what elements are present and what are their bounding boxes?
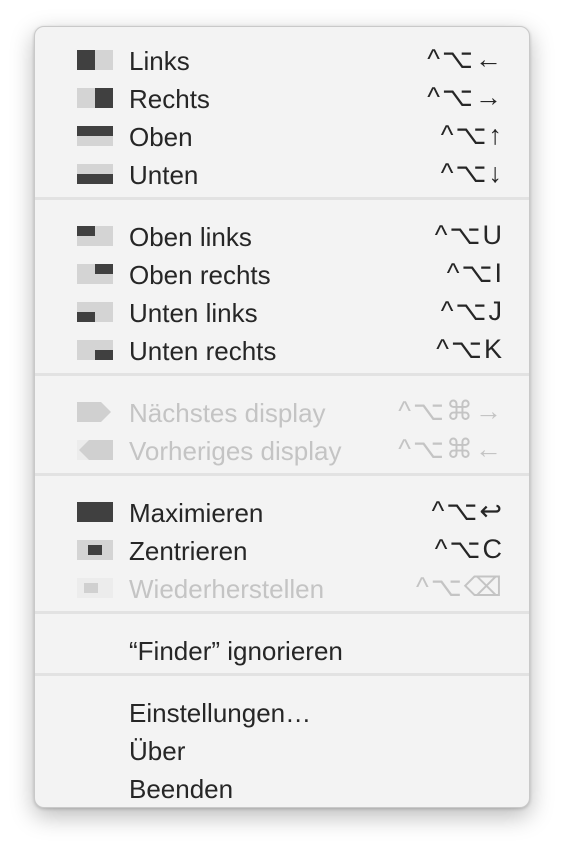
menu-item-label: Links (129, 46, 190, 76)
menu-item-unten-links[interactable]: Unten links ^⌥J (35, 292, 529, 330)
menu-item-label: Zentrieren (129, 536, 248, 566)
top-right-quarter-icon (77, 264, 113, 284)
menu-item-maximieren[interactable]: Maximieren ^⌥↩ (35, 492, 529, 530)
shortcut-label: ^⌥J (440, 296, 504, 326)
menu-item-label: Unten (129, 160, 199, 190)
bottom-left-quarter-icon (77, 302, 113, 322)
next-display-icon (77, 402, 113, 422)
menu-separator (35, 673, 529, 676)
menu-item-label: Unten rechts (129, 336, 277, 366)
bottom-half-icon (77, 164, 113, 184)
restore-icon (77, 578, 113, 598)
right-half-icon (77, 88, 113, 108)
shortcut-label: ^⌥⌘→ (398, 396, 504, 426)
menu-item-wiederherstellen[interactable]: Wiederherstellen ^⌥⌫ (35, 568, 529, 606)
menu-separator (35, 473, 529, 476)
menu-item-label: Unten links (129, 298, 258, 328)
left-half-icon (77, 50, 113, 70)
menu-item-oben-rechts[interactable]: Oben rechts ^⌥I (35, 254, 529, 292)
shortcut-label: ^⌥← (427, 44, 504, 74)
shortcut-label: ^⌥K (436, 334, 504, 364)
menu-item-ueber[interactable]: Über (35, 730, 529, 768)
menu-item-oben[interactable]: Oben ^⌥↑ (35, 116, 529, 154)
menu-item-rechts[interactable]: Rechts ^⌥→ (35, 78, 529, 116)
menu-item-label: Nächstes display (129, 398, 326, 428)
menu-item-beenden[interactable]: Beenden (35, 768, 529, 806)
menu-item-oben-links[interactable]: Oben links ^⌥U (35, 216, 529, 254)
shortcut-label: ^⌥⌘← (398, 434, 504, 464)
menu-item-label: Vorheriges display (129, 436, 342, 466)
top-half-icon (77, 126, 113, 146)
menu-item-links[interactable]: Links ^⌥← (35, 40, 529, 78)
menu-item-label: Wiederherstellen (129, 574, 325, 604)
shortcut-label: ^⌥→ (427, 82, 504, 112)
maximize-icon (77, 502, 113, 522)
menu-item-label: Beenden (129, 774, 234, 804)
shortcut-label: ^⌥C (434, 534, 504, 564)
shortcut-label: ^⌥I (446, 258, 504, 288)
menu-item-previous-display[interactable]: Vorheriges display ^⌥⌘← (35, 430, 529, 468)
menu-separator (35, 373, 529, 376)
center-icon (77, 540, 113, 560)
menu-item-unten-rechts[interactable]: Unten rechts ^⌥K (35, 330, 529, 368)
menu-item-label: “Finder” ignorieren (129, 636, 343, 666)
menu-item-label: Maximieren (129, 498, 264, 528)
menu-item-finder-ignorieren[interactable]: “Finder” ignorieren (35, 630, 529, 668)
menu-item-label: Rechts (129, 84, 210, 114)
shortcut-label: ^⌥↑ (440, 120, 504, 150)
menu-item-next-display[interactable]: Nächstes display ^⌥⌘→ (35, 392, 529, 430)
shortcut-label: ^⌥↓ (440, 158, 504, 188)
previous-display-icon (77, 440, 113, 460)
menu-separator (35, 197, 529, 200)
shortcut-label: ^⌥U (434, 220, 504, 250)
menu-item-unten[interactable]: Unten ^⌥↓ (35, 154, 529, 192)
context-menu: Links ^⌥← Rechts ^⌥→ Oben ^⌥↑ Unten ^⌥↓ … (34, 26, 530, 808)
menu-item-zentrieren[interactable]: Zentrieren ^⌥C (35, 530, 529, 568)
shortcut-label: ^⌥⌫ (416, 572, 504, 602)
menu-item-label: Oben rechts (129, 260, 271, 290)
menu-item-label: Einstellungen… (129, 698, 312, 728)
menu-separator (35, 611, 529, 614)
top-left-quarter-icon (77, 226, 113, 246)
bottom-right-quarter-icon (77, 340, 113, 360)
menu-item-label: Oben (129, 122, 193, 152)
menu-item-einstellungen[interactable]: Einstellungen… (35, 692, 529, 730)
shortcut-label: ^⌥↩ (431, 496, 504, 526)
menu-item-label: Über (129, 736, 186, 766)
menu-item-label: Oben links (129, 222, 252, 252)
